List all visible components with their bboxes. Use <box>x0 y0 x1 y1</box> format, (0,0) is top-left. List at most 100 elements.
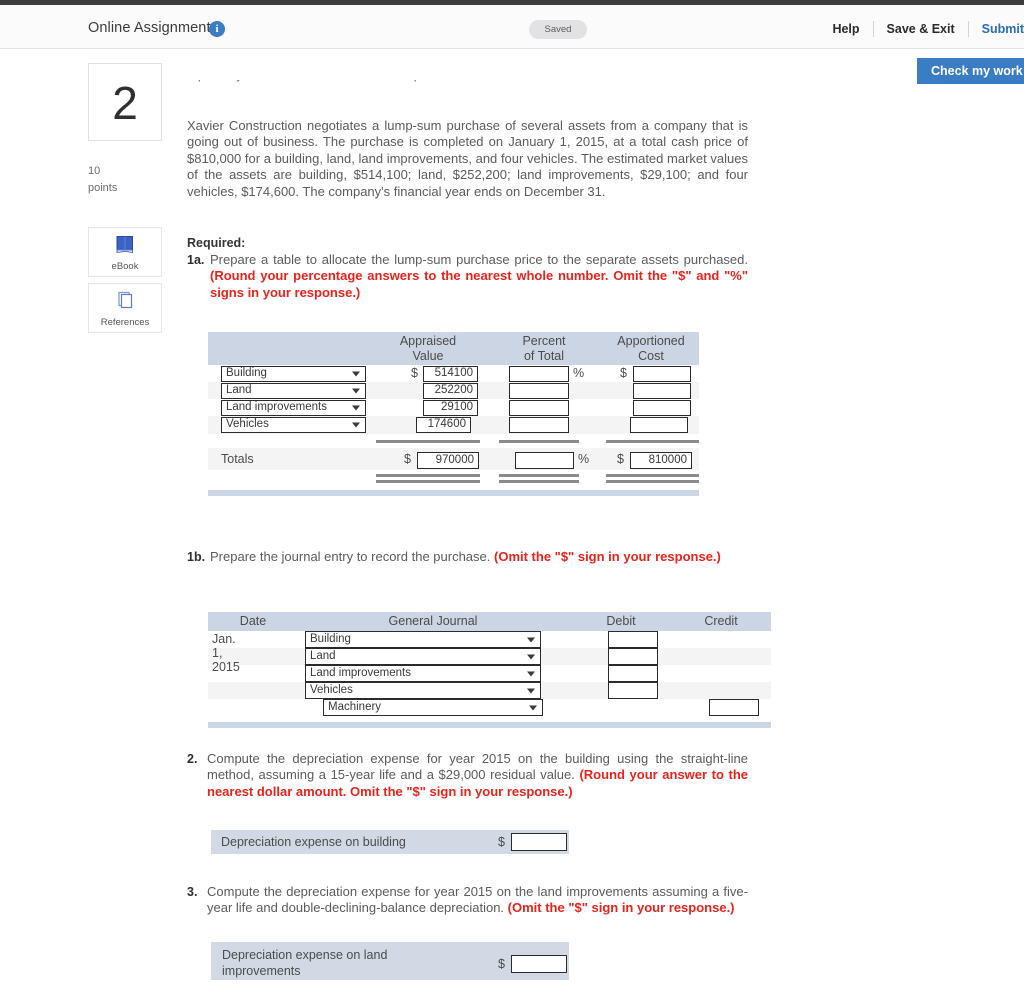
grand-total-rule <box>499 474 579 477</box>
subtotal-rule <box>499 440 579 443</box>
journal-account-select-4[interactable]: Vehicles <box>305 682 541 699</box>
apportioned-cost-input-1[interactable] <box>633 366 691 382</box>
part-1a-label: 1a. <box>187 253 205 267</box>
save-and-exit-button[interactable]: Save & Exit <box>874 22 968 36</box>
header-apportioned-cost: Apportioned Cost <box>617 334 685 363</box>
asset-select-2[interactable]: Land <box>221 383 366 399</box>
ebook-button[interactable]: eBook <box>88 227 162 277</box>
check-my-work-button[interactable]: Check my work <box>917 58 1024 84</box>
dollar-sign: $ <box>498 835 505 849</box>
grand-total-rule <box>606 480 699 483</box>
question-number-box: 2 <box>88 63 162 141</box>
grand-total-rule <box>499 480 579 483</box>
journal-debit-input-1[interactable] <box>608 631 658 648</box>
chevron-down-icon <box>527 688 535 693</box>
journal-debit-input-3[interactable] <box>608 665 658 682</box>
clipped-text: a partially cut-off line of text above t… <box>187 80 458 82</box>
ebook-label: eBook <box>111 261 139 272</box>
header-percent-of-total: Percent of Total <box>522 334 566 363</box>
dollar-sign: $ <box>617 452 624 466</box>
documents-stack-icon <box>114 290 136 315</box>
dollar-sign: $ <box>620 366 627 380</box>
appraised-value-input-4[interactable]: 174600 <box>416 417 471 433</box>
journal-account-select-2[interactable]: Land <box>305 648 541 665</box>
part-1a: 1a. Prepare a table to allocate the lump… <box>187 252 748 301</box>
references-button[interactable]: References <box>88 283 162 333</box>
part-3-label: 3. <box>187 885 198 899</box>
part-1a-text: Prepare a table to allocate the lump-sum… <box>210 252 748 267</box>
asset-select-3[interactable]: Land improvements <box>221 400 366 416</box>
header-date: Date <box>239 614 267 628</box>
apportioned-cost-input-2[interactable] <box>633 383 691 399</box>
header-general-journal: General Journal <box>388 614 478 628</box>
journal-footer-band <box>208 722 771 728</box>
header-actions: Help Save & Exit Submit <box>819 19 1024 39</box>
chevron-down-icon <box>352 422 360 428</box>
points-label: points <box>88 182 118 194</box>
percent-input-2[interactable] <box>509 383 569 399</box>
percent-input-3[interactable] <box>509 400 569 416</box>
asset-select-1[interactable]: Building <box>221 366 366 382</box>
part-1b-text: Prepare the journal entry to record the … <box>210 549 494 564</box>
part-1a-instruction: (Round your percentage answers to the ne… <box>210 268 748 300</box>
apportioned-cost-input-4[interactable] <box>630 417 688 433</box>
answer-2-label: Depreciation expense on building <box>221 835 406 849</box>
info-icon[interactable]: i <box>209 21 225 37</box>
subtotal-rule <box>606 440 699 443</box>
percent-input-4[interactable] <box>509 417 569 433</box>
dollar-sign: $ <box>404 452 411 466</box>
totals-appraised-value-input[interactable]: 970000 <box>417 452 479 469</box>
subtotal-rule <box>376 440 480 443</box>
part-2: 2. Compute the depreciation expense for … <box>187 751 748 800</box>
journal-account-select-5[interactable]: Machinery <box>323 699 543 716</box>
clipped-text-row: a partially cut-off line of text above t… <box>187 80 887 92</box>
page-title: Online Assignment 9 <box>88 20 223 36</box>
journal-date: Jan. 1, 2015 <box>212 632 240 674</box>
dollar-sign: $ <box>498 957 505 971</box>
points-value: 10 <box>88 165 101 177</box>
chevron-down-icon <box>527 671 535 676</box>
answer-2-input[interactable] <box>511 833 567 851</box>
percent-input-1[interactable] <box>509 366 569 382</box>
part-1b-label: 1b. <box>187 550 206 564</box>
help-button[interactable]: Help <box>819 22 872 36</box>
answer-3-label: Depreciation expense on land improvement… <box>222 948 388 978</box>
totals-percent-input[interactable] <box>515 452 574 469</box>
header-appraised-value: Appraised Value <box>399 334 457 363</box>
chevron-down-icon <box>352 388 360 394</box>
header-credit: Credit <box>704 614 738 628</box>
references-label: References <box>100 317 150 328</box>
answer-3-input[interactable] <box>511 955 567 973</box>
asset-select-4[interactable]: Vehicles <box>221 417 366 433</box>
header-debit: Debit <box>606 614 636 628</box>
appraised-value-input-3[interactable]: 29100 <box>423 400 478 416</box>
part-2-label: 2. <box>187 752 198 766</box>
book-icon <box>114 234 136 259</box>
chevron-down-icon <box>352 371 360 377</box>
journal-credit-input-5[interactable] <box>709 699 759 716</box>
table-footer-band <box>208 490 699 496</box>
journal-debit-input-4[interactable] <box>608 682 658 699</box>
required-label: Required: <box>187 236 246 250</box>
chevron-down-icon <box>527 637 535 642</box>
app-header: Online Assignment 9 i Saved Help Save & … <box>0 5 1024 49</box>
question-paragraph: Xavier Construction negotiates a lump-su… <box>187 118 748 199</box>
journal-account-select-1[interactable]: Building <box>305 631 541 648</box>
journal-account-select-3[interactable]: Land improvements <box>305 665 541 682</box>
submit-button[interactable]: Submit <box>969 22 1024 36</box>
part-1b-instruction: (Omit the "$" sign in your response.) <box>494 549 721 564</box>
appraised-value-input-2[interactable]: 252200 <box>423 383 478 399</box>
chevron-down-icon <box>352 405 360 411</box>
grand-total-rule <box>606 474 699 477</box>
dollar-sign: $ <box>411 366 418 380</box>
part-1b: 1b. Prepare the journal entry to record … <box>187 549 748 565</box>
percent-sign: % <box>573 366 585 380</box>
part-3-instruction: (Omit the "$" sign in your response.) <box>507 900 735 916</box>
status-badge-saved: Saved <box>529 20 587 39</box>
grand-total-rule <box>376 480 480 483</box>
apportioned-cost-input-3[interactable] <box>633 400 691 416</box>
totals-apportioned-cost-input[interactable]: 810000 <box>630 452 692 469</box>
journal-debit-input-2[interactable] <box>608 648 658 665</box>
appraised-value-input-1[interactable]: 514100 <box>423 366 478 382</box>
grand-total-rule <box>376 474 480 477</box>
